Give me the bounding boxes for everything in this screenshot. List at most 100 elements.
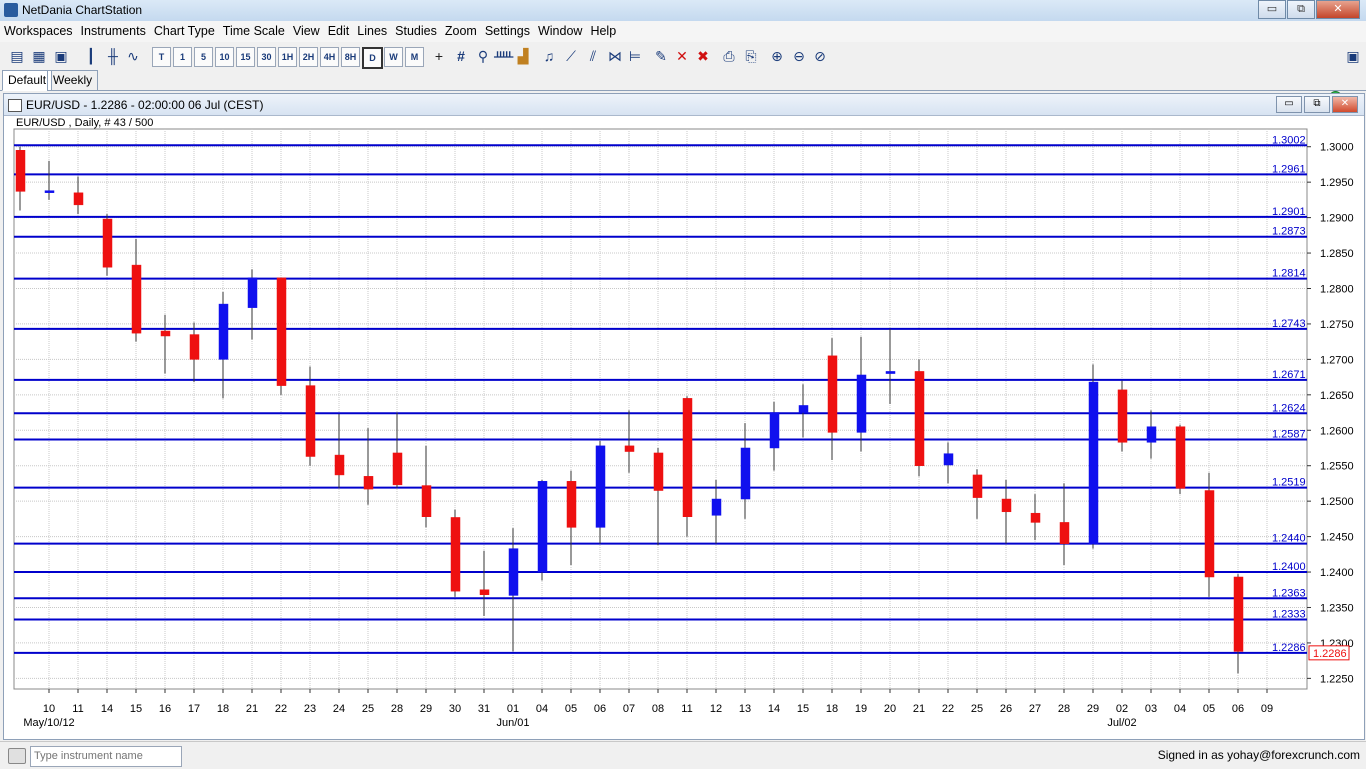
candle-body bbox=[827, 355, 838, 433]
horizontal-level-label: 1.2519 bbox=[1272, 477, 1306, 489]
candle-body bbox=[595, 445, 606, 528]
x-tick-label: 17 bbox=[188, 703, 200, 715]
x-tick-label: 14 bbox=[101, 703, 113, 715]
candle-body bbox=[624, 445, 635, 452]
candle-body bbox=[856, 374, 867, 433]
x-tick-label: 19 bbox=[855, 703, 867, 715]
last-price-label: 1.2286 bbox=[1313, 648, 1347, 660]
x-tick-label: 06 bbox=[594, 703, 606, 715]
x-tick-label: 21 bbox=[913, 703, 925, 715]
candle-body bbox=[1059, 522, 1070, 544]
y-tick-label: 1.2250 bbox=[1320, 673, 1354, 685]
x-tick-label: 28 bbox=[391, 703, 403, 715]
candle-body bbox=[160, 330, 171, 337]
x-tick-label: 11 bbox=[681, 703, 692, 715]
horizontal-level-label: 1.2400 bbox=[1272, 561, 1306, 573]
y-tick-label: 1.2850 bbox=[1320, 248, 1354, 260]
horizontal-level-label: 1.2624 bbox=[1272, 402, 1306, 414]
instrument-list-icon[interactable] bbox=[8, 748, 26, 764]
candle-body bbox=[44, 190, 55, 193]
x-period-label: Jul/02 bbox=[1107, 717, 1136, 729]
horizontal-level-label: 1.2961 bbox=[1272, 163, 1306, 175]
candle-body bbox=[305, 385, 316, 457]
candle-body bbox=[1117, 389, 1128, 443]
x-tick-label: 16 bbox=[159, 703, 171, 715]
y-tick-label: 1.2450 bbox=[1320, 532, 1354, 544]
x-tick-label: 08 bbox=[652, 703, 664, 715]
candle-body bbox=[885, 371, 896, 374]
horizontal-level-label: 1.2333 bbox=[1272, 609, 1306, 621]
x-tick-label: 20 bbox=[884, 703, 896, 715]
horizontal-level-label: 1.2286 bbox=[1272, 642, 1306, 654]
candlestick-chart[interactable]: 1.3000 1.2950 1.2900 1.2850 1.2800 1.2750 1.27… bbox=[0, 0, 1366, 768]
plot-area bbox=[13, 128, 1308, 690]
x-tick-label: 12 bbox=[710, 703, 722, 715]
horizontal-level-label: 1.2363 bbox=[1272, 587, 1306, 599]
x-tick-label: 23 bbox=[304, 703, 316, 715]
x-tick-label: 10 bbox=[43, 703, 55, 715]
x-tick-label: 06 bbox=[1232, 703, 1244, 715]
candle-body bbox=[682, 398, 693, 517]
y-tick-label: 1.2500 bbox=[1320, 496, 1354, 508]
x-tick-label: 25 bbox=[971, 703, 983, 715]
instrument-search-input[interactable] bbox=[31, 747, 181, 764]
x-tick-label: 01 bbox=[507, 703, 519, 715]
x-tick-label: 22 bbox=[275, 703, 287, 715]
instrument-search[interactable] bbox=[30, 746, 182, 767]
candle-body bbox=[247, 277, 258, 308]
candle-body bbox=[972, 474, 983, 498]
candle-body bbox=[740, 447, 751, 500]
x-tick-label: 15 bbox=[130, 703, 142, 715]
x-tick-label: 02 bbox=[1116, 703, 1128, 715]
x-tick-label: 04 bbox=[1174, 703, 1186, 715]
candle-body bbox=[914, 371, 925, 466]
x-tick-label: 24 bbox=[333, 703, 345, 715]
x-tick-label: 18 bbox=[217, 703, 229, 715]
horizontal-level-label: 1.2587 bbox=[1272, 428, 1306, 440]
x-tick-label: 29 bbox=[420, 703, 432, 715]
candle-body bbox=[798, 405, 809, 413]
candle-body bbox=[1175, 426, 1186, 489]
candle-body bbox=[769, 412, 780, 449]
x-tick-label: 13 bbox=[739, 703, 751, 715]
signed-in-status: Signed in as yohay@forexcrunch.com bbox=[1157, 748, 1360, 762]
candle-body bbox=[450, 517, 461, 592]
candle-body bbox=[363, 476, 374, 490]
x-tick-label: 28 bbox=[1058, 703, 1070, 715]
x-tick-label: 30 bbox=[449, 703, 461, 715]
y-tick-label: 1.2650 bbox=[1320, 390, 1354, 402]
candle-body bbox=[479, 589, 490, 595]
candle-body bbox=[1204, 490, 1215, 578]
x-tick-label: 27 bbox=[1029, 703, 1041, 715]
candle-body bbox=[421, 485, 432, 517]
candle-body bbox=[1146, 426, 1157, 443]
candle-body bbox=[1030, 512, 1041, 523]
candle-body bbox=[334, 454, 345, 476]
horizontal-level-label: 1.2873 bbox=[1272, 226, 1306, 238]
candle-body bbox=[189, 334, 200, 360]
candle-body bbox=[943, 453, 954, 466]
x-tick-label: 22 bbox=[942, 703, 954, 715]
candle-body bbox=[537, 481, 548, 573]
x-tick-label: 03 bbox=[1145, 703, 1157, 715]
horizontal-level-label: 1.2440 bbox=[1272, 533, 1306, 545]
x-period-label: May/10/12 bbox=[23, 717, 74, 729]
candle-body bbox=[102, 218, 113, 268]
candle-body bbox=[1233, 576, 1244, 652]
x-tick-label: 09 bbox=[1261, 703, 1273, 715]
candle-body bbox=[218, 303, 229, 360]
x-tick-label: 11 bbox=[72, 703, 83, 715]
x-tick-label: 21 bbox=[246, 703, 258, 715]
candle-body bbox=[653, 452, 664, 491]
candle-body bbox=[73, 192, 84, 206]
status-bar: Signed in as yohay@forexcrunch.com bbox=[0, 741, 1366, 769]
candle-body bbox=[392, 452, 403, 486]
candle-body bbox=[15, 150, 26, 192]
horizontal-level-label: 1.2901 bbox=[1272, 206, 1306, 218]
x-tick-label: 29 bbox=[1087, 703, 1099, 715]
y-tick-label: 1.2600 bbox=[1320, 425, 1354, 437]
horizontal-level-label: 1.2814 bbox=[1272, 268, 1306, 280]
horizontal-level-label: 1.2671 bbox=[1272, 369, 1306, 381]
y-tick-label: 1.2400 bbox=[1320, 567, 1354, 579]
chart-header: EUR/USD , Daily, # 43 / 500 bbox=[16, 117, 153, 129]
